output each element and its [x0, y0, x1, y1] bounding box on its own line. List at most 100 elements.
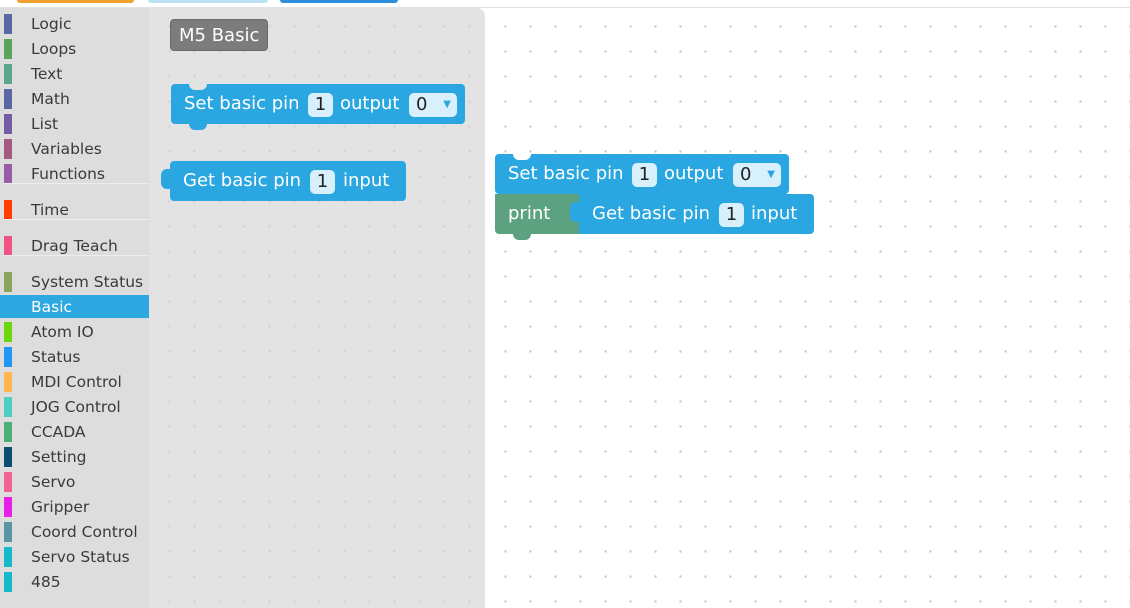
- block-tab: [189, 123, 207, 130]
- workspace-set-basic-pin-block[interactable]: Set basic pin 1 output 0 ▼: [495, 154, 789, 194]
- toolbox-category-atom-io[interactable]: Atom IO: [0, 320, 149, 343]
- block-notch: [189, 84, 207, 90]
- category-label: MDI Control: [31, 373, 122, 391]
- block-text: Set basic pin: [184, 93, 300, 114]
- top-tab-3[interactable]: [280, 0, 398, 3]
- category-label: Servo Status: [31, 548, 130, 566]
- toolbox-category-text[interactable]: Text: [0, 62, 149, 85]
- toolbox-category-math[interactable]: Math: [0, 87, 149, 110]
- category-color-swatch: [4, 200, 12, 220]
- category-label: Coord Control: [31, 523, 138, 541]
- category-color-swatch: [4, 272, 12, 292]
- toolbox-category-variables[interactable]: Variables: [0, 137, 149, 160]
- dropdown-arrow-icon: ▼: [767, 169, 775, 180]
- dropdown-value: 0: [416, 94, 428, 115]
- toolbox-category-setting[interactable]: Setting: [0, 445, 149, 468]
- toolbox-category-coord-control[interactable]: Coord Control: [0, 520, 149, 543]
- category-label: System Status: [31, 273, 144, 291]
- block-text: output: [340, 93, 400, 114]
- toolbox-category-status[interactable]: Status: [0, 345, 149, 368]
- category-label: Loops: [31, 40, 77, 58]
- category-label: 485: [31, 573, 61, 591]
- category-label: Status: [31, 348, 81, 366]
- category-color-swatch: [4, 139, 12, 159]
- toolbox-category-time[interactable]: Time: [0, 198, 149, 221]
- category-color-swatch: [4, 472, 12, 492]
- category-color-swatch: [4, 347, 12, 367]
- toolbox-category-gripper[interactable]: Gripper: [0, 495, 149, 518]
- category-color-swatch: [4, 447, 12, 467]
- block-text: output: [664, 163, 724, 184]
- category-color-swatch: [4, 236, 12, 256]
- category-label: Setting: [31, 448, 87, 466]
- category-label: List: [31, 115, 59, 133]
- toolbox-category-system-status[interactable]: System Status: [0, 270, 149, 293]
- category-color-swatch: [4, 497, 12, 517]
- category-label: CCADA: [31, 423, 86, 441]
- category-label: Drag Teach: [31, 237, 118, 255]
- category-label: Math: [31, 90, 70, 108]
- category-label: Atom IO: [31, 323, 94, 341]
- output-value-dropdown[interactable]: 0 ▼: [409, 93, 457, 117]
- category-color-swatch: [4, 372, 12, 392]
- category-separator: [4, 183, 149, 184]
- category-label: Servo: [31, 473, 76, 491]
- flyout-set-basic-pin-block[interactable]: Set basic pin 1 output 0 ▼: [171, 84, 465, 130]
- toolbox-category-logic[interactable]: Logic: [0, 12, 149, 35]
- block-text: Get basic pin: [592, 203, 711, 224]
- category-color-swatch: [4, 397, 12, 417]
- category-color-swatch: [4, 14, 12, 34]
- category-label: JOG Control: [31, 398, 121, 416]
- category-color-swatch: [4, 64, 12, 84]
- toolbox-category-loops[interactable]: Loops: [0, 37, 149, 60]
- dropdown-arrow-icon: ▼: [443, 99, 451, 110]
- block-text: input: [751, 203, 798, 224]
- block-notch: [513, 154, 531, 160]
- toolbox: Logic Loops Text Math List Variables Functions…: [0, 8, 149, 608]
- category-color-swatch: [4, 322, 12, 342]
- print-label: print: [508, 203, 551, 224]
- category-label: Logic: [31, 15, 72, 33]
- top-tab-1[interactable]: [17, 0, 134, 3]
- pin-field[interactable]: 1: [308, 93, 333, 117]
- category-color-swatch: [4, 114, 12, 134]
- block-text: Set basic pin: [508, 163, 624, 184]
- category-color-swatch: [4, 547, 12, 567]
- toolbox-category-list[interactable]: List: [0, 112, 149, 135]
- category-color-swatch: [4, 39, 12, 59]
- flyout-section-label: M5 Basic: [170, 19, 269, 51]
- workspace[interactable]: [485, 8, 1130, 608]
- pin-field[interactable]: 1: [310, 170, 335, 194]
- category-color-swatch: [4, 89, 12, 109]
- block-text: Get basic pin: [183, 170, 302, 191]
- pin-field[interactable]: 1: [719, 203, 744, 227]
- toolbox-category-485[interactable]: 485: [0, 570, 149, 593]
- workspace-get-basic-pin-block[interactable]: Get basic pin 1 input: [570, 194, 814, 234]
- toolbox-category-servo-status[interactable]: Servo Status: [0, 545, 149, 568]
- top-tab-2[interactable]: [148, 0, 268, 3]
- category-color-swatch: [4, 522, 12, 542]
- toolbox-category-functions[interactable]: Functions: [0, 162, 149, 185]
- category-separator: [4, 255, 149, 256]
- toolbox-category-ccada[interactable]: CCADA: [0, 420, 149, 443]
- category-color-swatch: [4, 297, 12, 317]
- blockly-editor: Logic Loops Text Math List Variables Functions…: [0, 0, 1130, 608]
- category-label: Text: [31, 65, 63, 83]
- toolbox-category-basic[interactable]: Basic: [0, 295, 149, 318]
- category-color-swatch: [4, 422, 12, 442]
- category-color-swatch: [4, 164, 12, 184]
- pin-field[interactable]: 1: [632, 163, 657, 187]
- category-label: Time: [31, 201, 69, 219]
- toolbox-category-servo[interactable]: Servo: [0, 470, 149, 493]
- toolbox-category-mdi-control[interactable]: MDI Control: [0, 370, 149, 393]
- toolbox-category-jog-control[interactable]: JOG Control: [0, 395, 149, 418]
- category-label: Gripper: [31, 498, 90, 516]
- block-tab: [513, 233, 531, 240]
- category-color-swatch: [4, 572, 12, 592]
- block-text: input: [343, 170, 390, 191]
- flyout-get-basic-pin-block[interactable]: Get basic pin 1 input: [161, 161, 406, 201]
- output-value-dropdown[interactable]: 0 ▼: [733, 163, 781, 187]
- toolbox-category-drag-teach[interactable]: Drag Teach: [0, 234, 149, 257]
- category-label: Functions: [31, 165, 106, 183]
- dropdown-value: 0: [740, 164, 752, 185]
